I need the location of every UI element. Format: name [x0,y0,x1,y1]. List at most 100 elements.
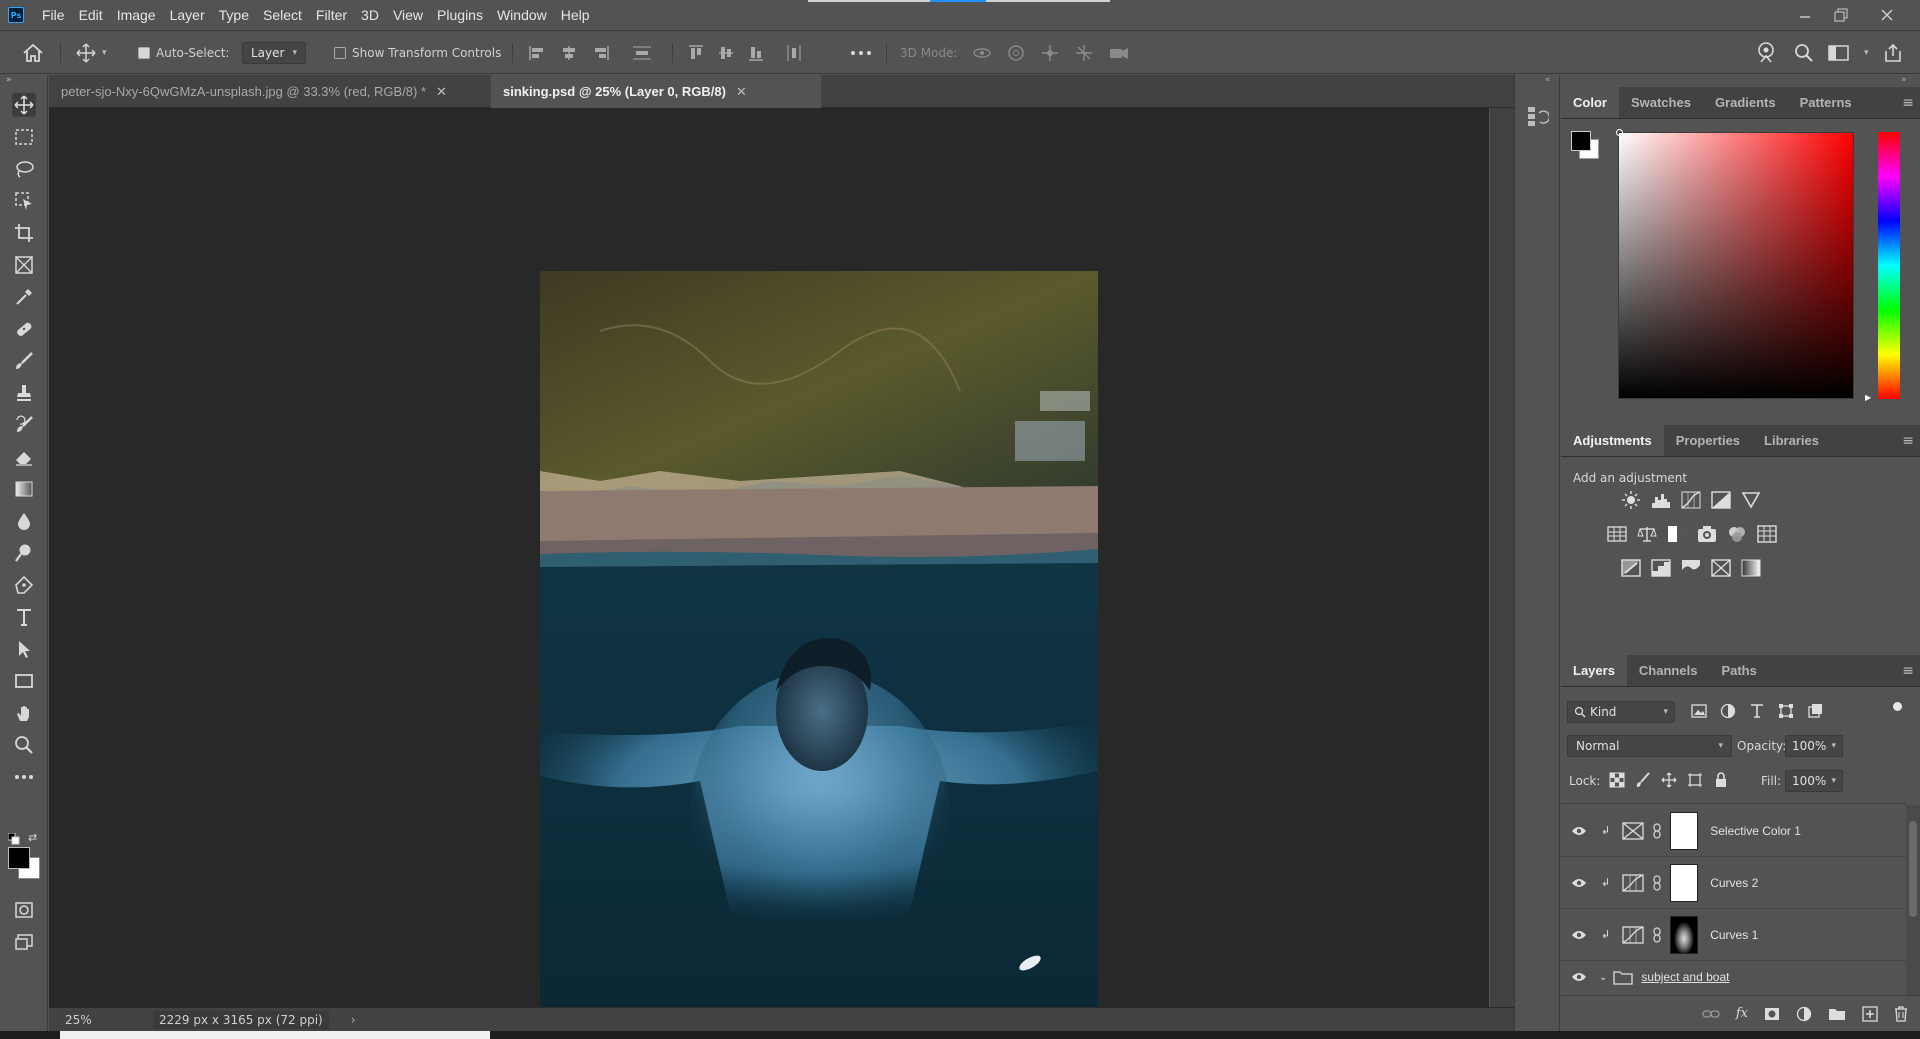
eye-icon[interactable] [1571,825,1587,837]
posterize-icon[interactable] [1651,559,1671,577]
levels-icon[interactable] [1651,491,1671,509]
hue-slider[interactable] [1878,132,1900,399]
frame-tool-icon[interactable] [12,253,36,277]
close-tab-icon[interactable]: ✕ [736,84,747,100]
3d-slide-icon[interactable] [1074,44,1094,62]
history-brush-icon[interactable] [12,413,36,437]
lock-all-icon[interactable] [1713,772,1729,788]
3d-pan-icon[interactable] [1040,44,1060,62]
color-foreground-swatch[interactable] [1571,131,1591,151]
tab-libraries[interactable]: Libraries [1752,425,1831,456]
tab-paths[interactable]: Paths [1709,655,1768,686]
mask-link-icon[interactable] [1652,926,1662,943]
tab-patterns[interactable]: Patterns [1788,87,1864,118]
tab-layers[interactable]: Layers [1561,655,1627,686]
chevron-down-icon[interactable]: ▾ [1864,48,1869,58]
vertical-scrollbar[interactable] [1490,108,1514,1007]
layer-kind-filter-dropdown[interactable]: Kind ▾ [1567,701,1675,723]
auto-select-target-dropdown[interactable]: Layer ▾ [242,42,306,64]
tab-gradients[interactable]: Gradients [1703,87,1788,118]
history-panel-icon[interactable] [1527,105,1549,129]
mask-link-icon[interactable] [1652,874,1662,891]
restore-button[interactable] [1818,0,1864,30]
eye-icon[interactable] [1571,971,1587,983]
photo-filter-icon[interactable] [1697,525,1717,543]
panel-menu-icon[interactable]: ≡ [1902,433,1914,449]
menu-3d[interactable]: 3D [361,7,379,23]
3d-scale-icon[interactable] [1108,44,1130,62]
foreground-color-swatch[interactable] [8,847,30,869]
pen-tool-icon[interactable] [12,573,36,597]
new-adjustment-layer-icon[interactable] [1796,1006,1812,1022]
more-options-icon[interactable] [850,31,872,75]
close-window-button[interactable] [1864,0,1910,30]
tab-color[interactable]: Color [1561,87,1619,118]
tab-sinking[interactable]: sinking.psd @ 25% (Layer 0, RGB/8) ✕ [491,75,821,108]
layers-scrollbar[interactable] [1906,805,1920,995]
rectangular-marquee-icon[interactable] [12,125,36,149]
mask-link-icon[interactable] [1652,822,1662,839]
layer-row[interactable]: ↲ Curves 2 [1561,857,1906,909]
align-middle-icon[interactable] [718,44,734,62]
menu-edit[interactable]: Edit [79,7,103,23]
show-transform-checkbox[interactable]: Show Transform Controls [334,31,501,75]
exposure-icon[interactable] [1711,491,1731,509]
tab-swatches[interactable]: Swatches [1619,87,1703,118]
layer-mask-thumbnail[interactable] [1670,811,1699,850]
quick-mask-icon[interactable] [12,898,36,922]
vibrance-icon[interactable] [1741,491,1761,509]
rectangle-tool-icon[interactable] [12,669,36,693]
3d-orbit-icon[interactable] [972,44,992,62]
filter-smart-object-icon[interactable] [1807,703,1823,719]
filter-adjustment-icon[interactable] [1720,703,1736,719]
gradient-tool-icon[interactable] [12,477,36,501]
home-icon[interactable] [22,31,44,75]
distribute-vertical-icon[interactable] [632,45,652,61]
hue-slider-handle-icon[interactable]: ▶ [1865,393,1871,402]
lock-image-pixels-icon[interactable] [1635,772,1651,788]
new-layer-icon[interactable] [1862,1005,1878,1022]
menu-plugins[interactable]: Plugins [437,7,483,23]
eyedropper-icon[interactable] [12,285,36,309]
threshold-icon[interactable] [1681,559,1701,577]
canvas-area[interactable] [49,108,1489,1039]
tab-adjustments[interactable]: Adjustments [1561,425,1664,456]
eye-icon[interactable] [1571,877,1587,889]
crop-tool-icon[interactable] [12,221,36,245]
selective-color-icon[interactable] [1711,559,1731,577]
hue-saturation-icon[interactable] [1607,525,1627,543]
lock-artboard-icon[interactable] [1687,772,1703,788]
channel-mixer-icon[interactable] [1727,525,1747,543]
panel-menu-icon[interactable]: ≡ [1902,663,1914,679]
color-field[interactable] [1618,132,1854,399]
move-tool-preset-icon[interactable]: ▾ [76,31,107,75]
color-balance-icon[interactable] [1637,525,1657,543]
filter-shape-icon[interactable] [1778,703,1794,719]
layer-group-row[interactable]: ⌄ subject and boat [1561,961,1906,993]
layer-name[interactable]: Selective Color 1 [1710,824,1801,838]
share-feedback-icon[interactable] [1756,42,1780,64]
document-image[interactable] [540,271,1098,1039]
zoom-tool-icon[interactable] [12,733,36,757]
screen-mode-icon[interactable] [12,930,36,954]
filter-toggle-icon[interactable] [1893,702,1902,711]
expand-icon[interactable]: » [6,75,12,85]
eye-icon[interactable] [1571,929,1587,941]
path-selection-icon[interactable] [12,637,36,661]
layer-row[interactable]: ↲ Selective Color 1 [1561,805,1906,857]
panel-menu-icon[interactable]: ≡ [1902,95,1914,111]
healing-brush-icon[interactable] [12,317,36,341]
curves-icon[interactable] [1681,491,1701,509]
blend-mode-dropdown[interactable]: Normal ▾ [1567,735,1732,757]
filter-pixel-icon[interactable] [1691,703,1707,719]
object-selection-icon[interactable] [12,189,36,213]
zoom-level[interactable]: 25% [65,1013,119,1027]
menu-help[interactable]: Help [561,7,590,23]
swap-colors-icon[interactable]: ⇄ [28,831,37,844]
link-layers-icon[interactable] [1702,1009,1720,1019]
color-picker-marker[interactable] [1616,129,1623,136]
filter-type-icon[interactable] [1749,703,1765,719]
add-mask-icon[interactable] [1764,1007,1780,1021]
hand-tool-icon[interactable] [12,701,36,725]
brush-tool-icon[interactable] [12,349,36,373]
